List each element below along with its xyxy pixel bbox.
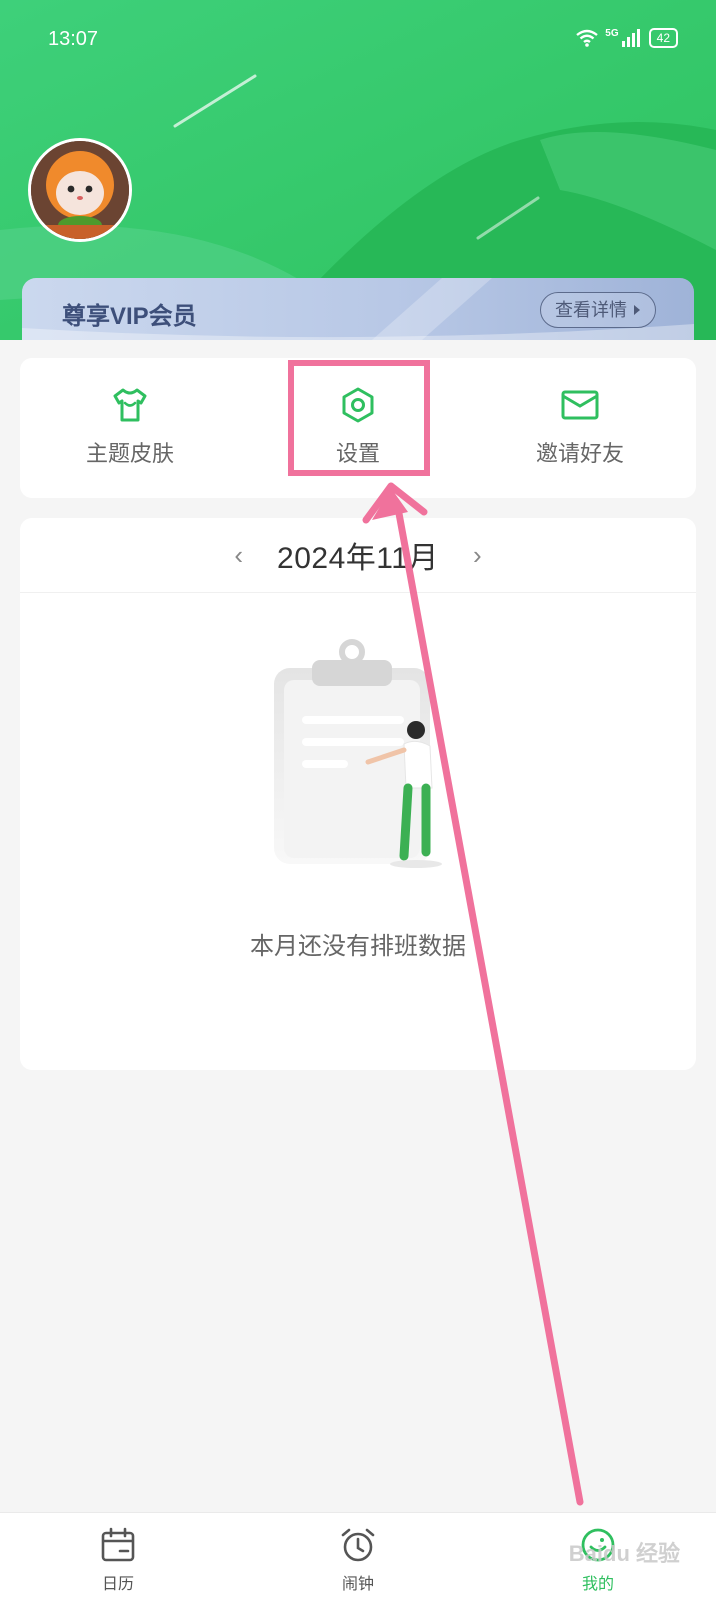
action-invite-friends[interactable]: 邀请好友 <box>480 384 680 468</box>
action-theme-skin[interactable]: 主题皮肤 <box>30 384 230 468</box>
battery-indicator: 42 <box>648 28 678 48</box>
nav-item-calendar[interactable]: 日历 <box>58 1527 178 1594</box>
watermark: Baidu 经验 <box>568 1541 680 1566</box>
vip-banner[interactable]: 尊享VIP会员 查看详情 <box>22 278 694 340</box>
calendar-header: ‹ 2024年11月 › <box>20 518 696 593</box>
status-icons: 5G 42 <box>575 28 678 48</box>
chevron-left-icon[interactable]: ‹ <box>234 540 243 571</box>
status-time: 13:07 <box>48 28 99 50</box>
action-label: 邀请好友 <box>535 441 624 466</box>
empty-schedule-text: 本月还没有排班数据 <box>250 933 466 960</box>
vip-title: 尊享VIP会员 <box>62 303 197 330</box>
nav-label: 我的 <box>581 1576 614 1593</box>
alarm-clock-icon <box>341 1528 375 1562</box>
nav-label: 闹钟 <box>341 1576 374 1593</box>
highlight-box <box>288 360 430 476</box>
wifi-icon <box>576 29 599 47</box>
nav-item-alarm[interactable]: 闹钟 <box>298 1527 418 1594</box>
action-label: 主题皮肤 <box>85 441 174 466</box>
calendar-month: 2024年11月 <box>277 542 439 575</box>
cartoon-avatar-icon <box>31 141 129 239</box>
network-type: 5G <box>605 27 619 39</box>
triangle-right-icon <box>634 305 640 315</box>
calendar-icon <box>101 1527 135 1562</box>
vip-detail-button[interactable]: 查看详情 <box>540 292 656 328</box>
empty-clipboard-illustration <box>274 639 442 868</box>
envelope-icon <box>561 390 599 420</box>
shirt-icon <box>113 388 147 422</box>
signal-icon <box>621 29 640 47</box>
nav-label: 日历 <box>101 1576 134 1593</box>
schedule-calendar-card: ‹ 2024年11月 › 本月还没有排班数据 <box>20 518 696 1070</box>
avatar[interactable] <box>28 138 132 242</box>
vip-detail-label: 查看详情 <box>555 300 627 320</box>
chevron-right-icon[interactable]: › <box>473 540 482 571</box>
